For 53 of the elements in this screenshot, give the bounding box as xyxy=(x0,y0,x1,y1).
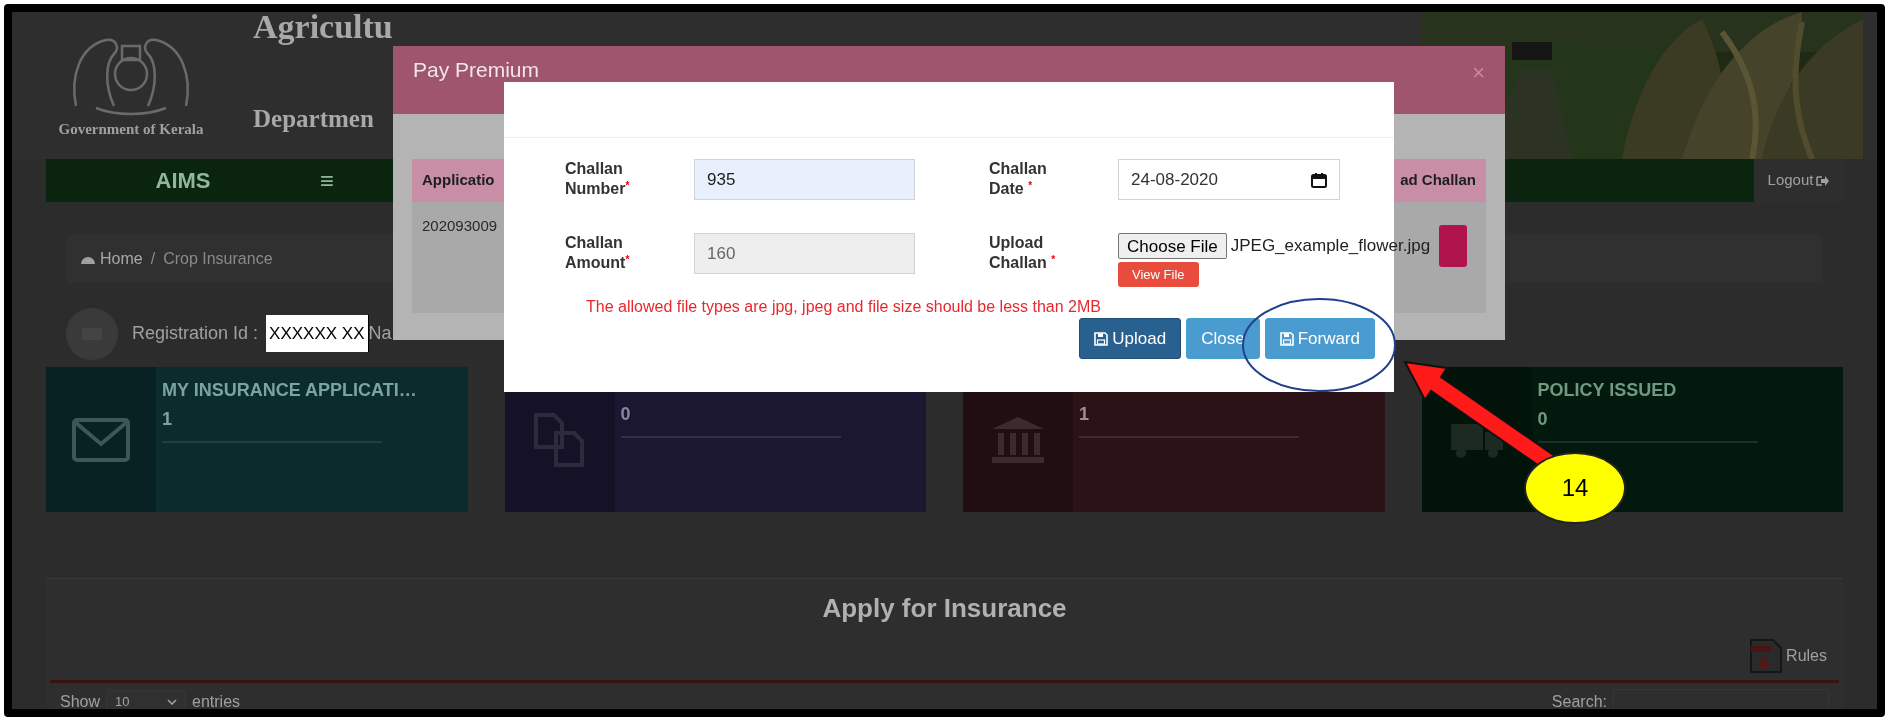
logout-icon xyxy=(1816,174,1830,187)
brand-label[interactable]: AIMS xyxy=(46,164,320,197)
menu-toggle[interactable]: ≡ xyxy=(320,168,334,193)
breadcrumb-separator: / xyxy=(150,249,156,269)
table-cell: 202093009 xyxy=(422,217,498,234)
view-file-button[interactable]: View File xyxy=(1118,262,1199,287)
calendar-icon xyxy=(1311,171,1327,188)
show-label: Show xyxy=(60,692,101,709)
department-title: Departmen xyxy=(253,106,375,131)
column-header: ad Challan xyxy=(1400,170,1476,191)
action-button[interactable] xyxy=(1439,225,1467,267)
breadcrumb-home[interactable]: Home xyxy=(100,247,143,271)
field-label: Challan Date $^{*}$ xyxy=(989,159,1048,199)
stat-card[interactable]: MY INSURANCE APPLICATI… 1 xyxy=(46,367,468,512)
bank-icon xyxy=(990,414,1046,465)
input-field[interactable]: 935 xyxy=(694,159,915,200)
page-size-select[interactable]: 10 xyxy=(106,690,187,709)
date-field[interactable]: 24-08-2020 xyxy=(1118,159,1340,200)
breadcrumb-current: Crop Insurance xyxy=(163,249,273,269)
close-button[interactable]: Close xyxy=(1186,318,1260,359)
save-icon xyxy=(1094,331,1109,346)
name-label: Na xyxy=(368,322,392,345)
card-value: 1 xyxy=(1079,403,1089,426)
save-icon xyxy=(1279,331,1294,346)
envelope-icon xyxy=(72,417,130,462)
field-label: Upload Challan $^{*}$ xyxy=(989,233,1057,273)
choose-file-button[interactable]: Choose File xyxy=(1118,233,1227,259)
action-button[interactable]: Upload xyxy=(1079,318,1182,359)
field-label: Challan Amount$^{*}$ xyxy=(565,233,631,273)
file-name: JPEG_example_flower.jpg xyxy=(1230,235,1431,258)
emblem-caption: Government of Kerala xyxy=(58,120,204,139)
registration-label: Registration Id : xyxy=(132,322,259,345)
file-rule-message: The allowed file types are jpg, jpeg and file size should be less than 2MB xyxy=(586,297,1101,317)
site-title: Agricultu xyxy=(253,12,393,44)
card-value: 1 xyxy=(162,408,172,431)
entries-label: entries xyxy=(192,692,241,709)
field-label: Challan Number$^{*}$ xyxy=(565,159,631,199)
modal-title: Pay Premium xyxy=(413,58,540,82)
card-value: 0 xyxy=(620,403,631,426)
action-button[interactable]: Forward xyxy=(1264,318,1375,359)
registration-value: XXXXXX XX xyxy=(266,314,369,353)
card-title: POLICY ISSUED xyxy=(1537,379,1677,402)
caret-icon xyxy=(167,699,178,705)
search-field[interactable] xyxy=(1613,689,1829,709)
card-value: 0 xyxy=(1537,408,1548,431)
avatar-icon xyxy=(66,307,118,360)
pdf-icon xyxy=(1748,638,1785,674)
card-title: MY INSURANCE APPLICATI… xyxy=(162,379,417,402)
column-header: Applicatio xyxy=(422,170,495,191)
search-label: Search: xyxy=(1551,692,1607,709)
panel-title: Apply for Insurance xyxy=(822,592,1067,625)
logout-button[interactable]: Logout xyxy=(1754,159,1843,202)
rules-link[interactable]: Rules xyxy=(1786,644,1827,668)
